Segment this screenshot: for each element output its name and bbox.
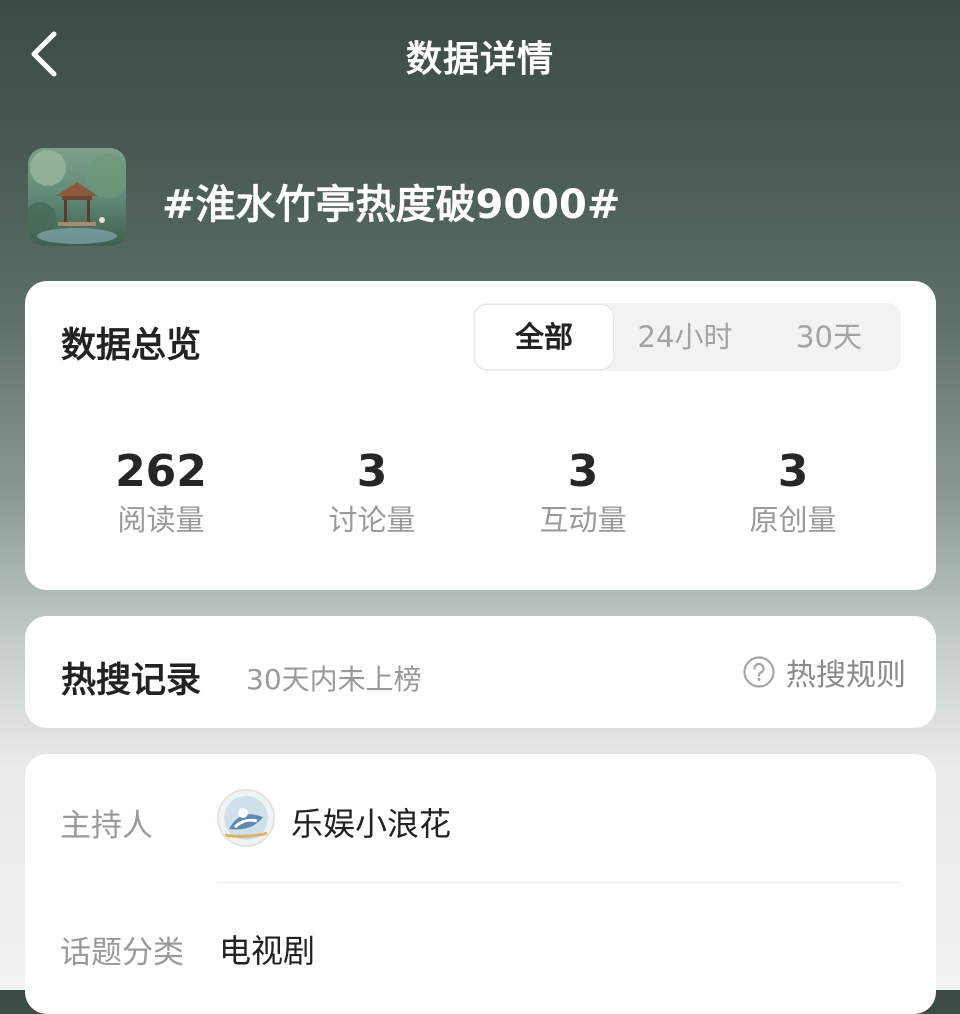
stat-reads: 262 阅读量: [56, 446, 266, 540]
stat-value: 3: [567, 446, 599, 497]
hot-search-title: 热搜记录: [61, 661, 202, 701]
stat-value: 3: [777, 446, 809, 497]
topic-title: #淮水竹亭热度破9000#: [162, 182, 621, 228]
stat-label: 原创量: [749, 503, 837, 537]
hot-search-status: 30天内未上榜: [246, 663, 422, 696]
topic-info-card: 主持人 乐娱小浪花 话题分类 电视剧: [25, 754, 936, 1014]
question-circle-icon: [743, 656, 775, 688]
stat-value: 262: [115, 446, 207, 497]
stat-label: 阅读量: [117, 503, 205, 537]
stat-discussions: 3 讨论量: [267, 446, 477, 540]
stat-originals: 3 原创量: [688, 446, 898, 540]
tab-24h[interactable]: 24小时: [615, 303, 755, 371]
tab-30d[interactable]: 30天: [757, 303, 901, 371]
category-label: 话题分类: [60, 935, 184, 971]
hot-search-rules-label: 热搜规则: [786, 658, 906, 693]
stat-label: 互动量: [539, 503, 627, 537]
category-value: 电视剧: [219, 932, 316, 970]
data-overview-card: 数据总览 全部 24小时 30天 262 阅读量 3 讨论量 3 互动量 3 原…: [25, 281, 936, 590]
stat-value: 3: [356, 446, 388, 497]
tab-all[interactable]: 全部: [475, 305, 613, 369]
stat-label: 讨论量: [328, 503, 416, 537]
topic-thumbnail: [28, 148, 126, 246]
stat-interactions: 3 互动量: [478, 446, 688, 540]
host-name[interactable]: 乐娱小浪花: [291, 799, 451, 845]
time-range-tabs: 全部 24小时 30天: [473, 303, 901, 371]
host-label: 主持人: [60, 808, 153, 844]
page-title: 数据详情: [405, 39, 554, 80]
hot-search-rules-link[interactable]: 热搜规则: [742, 652, 906, 693]
divider: [217, 882, 902, 883]
host-avatar[interactable]: [217, 789, 275, 847]
page: { "header": { "title": "数据详情", "back_ico…: [0, 0, 960, 1014]
overview-title: 数据总览: [61, 326, 202, 366]
hot-search-card: 热搜记录 30天内未上榜 热搜规则: [25, 616, 936, 728]
